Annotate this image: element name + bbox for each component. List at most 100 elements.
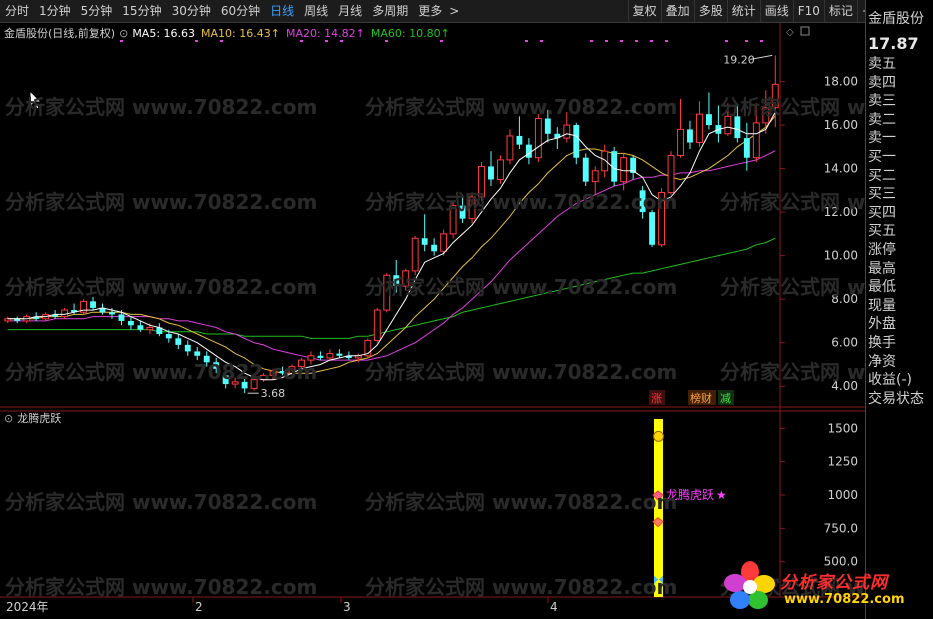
money-bag-icon <box>653 430 664 442</box>
candle-body-up <box>383 274 391 311</box>
date-axis-label: 2 <box>195 600 203 614</box>
toolbar-button[interactable]: F10 <box>792 0 824 23</box>
more-chevron-icon[interactable]: > <box>447 0 461 23</box>
period-tab[interactable]: 1分钟 <box>34 0 76 23</box>
period-tab[interactable]: 更多 <box>413 0 447 23</box>
signal-dot <box>760 40 763 42</box>
candle-body-up <box>506 135 514 161</box>
candle-body-down <box>165 334 172 339</box>
price-axis-label: 4.00 <box>831 379 858 393</box>
period-tab[interactable]: 15分钟 <box>117 0 166 23</box>
candle-body-up <box>591 170 599 183</box>
candle-body-up <box>620 157 628 183</box>
period-tab[interactable]: 周线 <box>299 0 333 23</box>
ma60-label: MA60: 10.80↑ <box>370 26 450 40</box>
quote-row-label: 净资 <box>868 353 896 370</box>
quote-row-label: 交易状态 <box>868 390 924 407</box>
quote-row-label: 收益(-) <box>868 372 912 389</box>
candle-body-down <box>459 205 466 219</box>
toolbar-button[interactable]: 统计 <box>726 0 760 23</box>
candle-body-up <box>497 159 504 180</box>
quote-stock-name: 金盾股份 <box>868 11 924 27</box>
quote-row-label: 涨停 <box>868 242 896 258</box>
signal-dot <box>590 40 593 42</box>
date-axis-label: 3 <box>343 600 351 614</box>
price-axis-label: 16.00 <box>824 118 858 132</box>
signal-dot <box>300 40 303 42</box>
candle-body-down <box>127 320 134 326</box>
ma5-line <box>7 111 776 381</box>
candle-body-down <box>317 355 324 358</box>
candle-body-up <box>298 359 305 368</box>
quote-row-label: 买二 <box>868 167 896 184</box>
candle-body-up <box>601 150 609 172</box>
signal-dot <box>340 40 343 42</box>
period-tab[interactable]: 60分钟 <box>216 0 265 23</box>
toolbar-button[interactable]: 复权 <box>627 0 661 23</box>
sub-axis-label: 750.0 <box>824 521 858 535</box>
candle-body-up <box>677 128 684 157</box>
candle-body-down <box>525 144 532 158</box>
toolbar-button[interactable]: 多股 <box>693 0 727 23</box>
flower-logo-icon <box>724 561 775 609</box>
kline-chart[interactable]: 18.00 16.00 14.00 12.00 10.00 8.00 6.00 4.00 19.… <box>0 23 865 619</box>
chart-area[interactable]: 18.00 16.00 14.00 12.00 10.00 8.00 6.00 4.00 19.… <box>0 23 933 619</box>
high-value-label: 19.20 <box>723 53 755 66</box>
quote-price: 17.87 <box>868 34 919 53</box>
candle-body-down <box>544 118 551 134</box>
period-tab[interactable]: 分时 <box>0 0 34 23</box>
price-axis-label: 8.00 <box>831 292 858 306</box>
candle-body-down <box>203 355 210 363</box>
candle-body-down <box>118 314 125 321</box>
quote-row-label: 换手 <box>868 335 896 351</box>
candle-body-down <box>431 244 438 252</box>
candle-body-down <box>421 238 428 245</box>
legend-toggle-icon[interactable]: ⊙ <box>119 27 128 40</box>
site-logo: 分析家公式网 www.70822.com <box>722 558 922 614</box>
signal-dot <box>325 40 328 42</box>
quote-row-label: 买一 <box>868 149 896 165</box>
candle-body-up <box>326 353 334 359</box>
quote-row-label: 卖二 <box>868 111 896 128</box>
candle-body-down <box>222 375 229 385</box>
candle-body-up <box>269 370 277 376</box>
period-tab[interactable]: 多周期 <box>367 0 413 23</box>
candle-body-down <box>516 135 523 145</box>
ma5-label: MA5: 16.63 <box>132 26 196 40</box>
sub-axis-label: 1000 <box>827 488 858 502</box>
candle-body-up <box>402 270 410 287</box>
diamond-icon: ◇ <box>786 27 794 38</box>
period-tab[interactable]: 30分钟 <box>167 0 216 23</box>
candle-body-up <box>762 107 770 124</box>
candle-body-up <box>373 309 381 342</box>
candle-body-down <box>109 312 115 315</box>
candle-body-up <box>231 381 239 385</box>
candle-body-down <box>90 301 96 308</box>
period-tab[interactable]: 月线 <box>333 0 367 23</box>
period-tab[interactable]: 5分钟 <box>76 0 118 23</box>
sub-axis-label: 1500 <box>827 421 858 435</box>
signal-dot <box>540 40 543 42</box>
candle-body-up <box>449 205 457 235</box>
candle-body-down <box>687 129 693 143</box>
toolbar-button[interactable]: 标记 <box>823 0 857 23</box>
quote-row-label: 最高 <box>868 260 896 277</box>
toolbar-button[interactable]: 画线 <box>759 0 793 23</box>
candle-body-up <box>771 83 779 109</box>
sub-toggle-icon[interactable]: ⊙ <box>4 412 13 425</box>
candle-body-up <box>468 196 476 220</box>
candle-body-up <box>478 165 485 198</box>
candle-body-down <box>184 344 191 352</box>
period-tab[interactable]: 日线 <box>265 0 299 23</box>
candle-body-down <box>194 351 201 356</box>
signal-dot <box>605 40 608 42</box>
signal-dot <box>635 40 638 42</box>
candle-body-up <box>724 115 732 135</box>
candle-body-up <box>534 118 542 159</box>
signal-dot <box>620 40 623 42</box>
signal-bar <box>654 419 663 597</box>
ma60-line <box>7 237 776 339</box>
signal-label: 龙腾虎跃 <box>666 487 714 502</box>
toolbar-button[interactable]: 叠加 <box>660 0 694 23</box>
stock-title: 金盾股份(日线,前复权) <box>4 27 116 40</box>
